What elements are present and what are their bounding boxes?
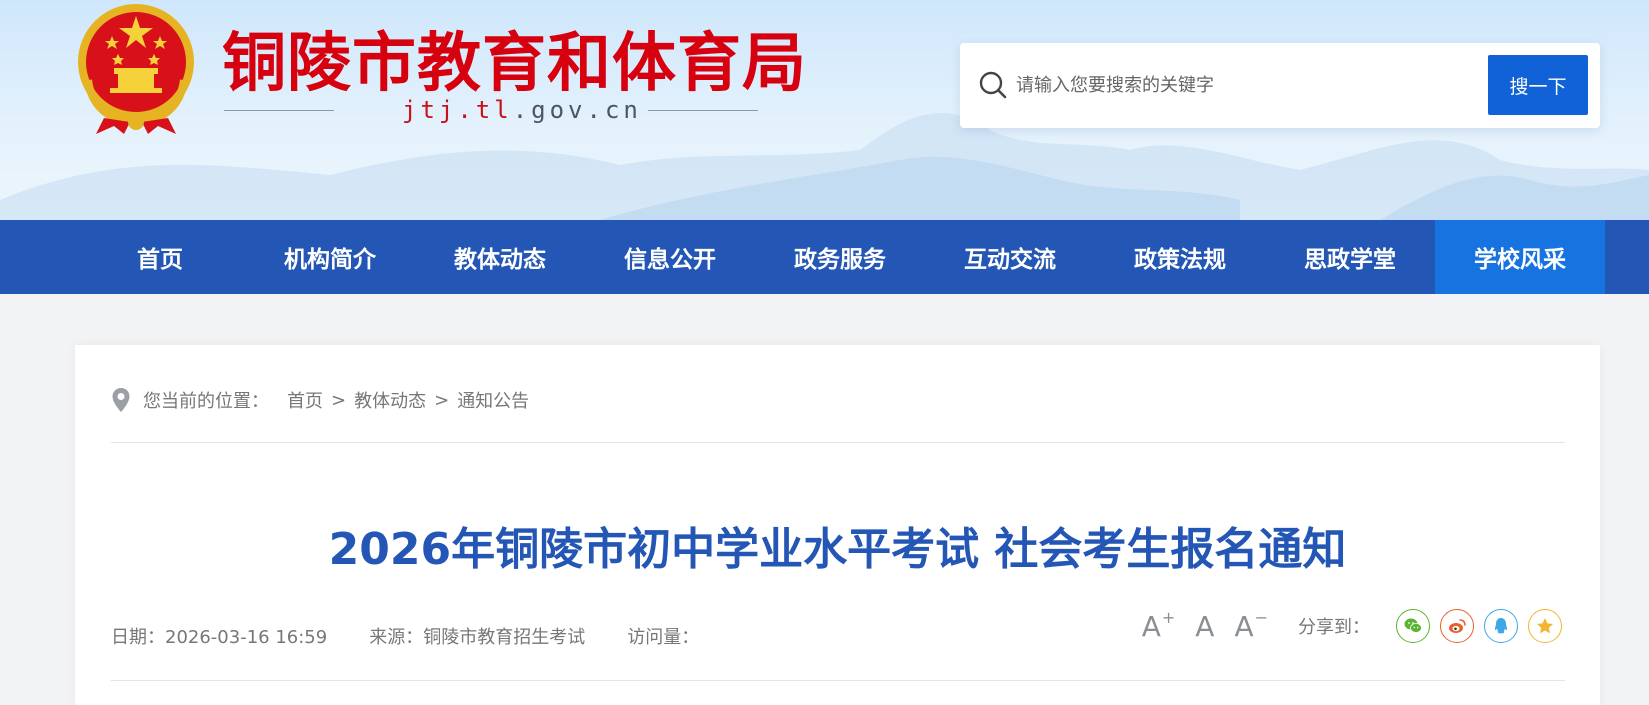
main-nav: 首页 机构简介 教体动态 信息公开 政务服务 互动交流 政策法规 思政学堂 学校… <box>0 220 1649 294</box>
domain-text: jtj.tl.gov.cn <box>402 96 642 124</box>
site-title: 铜陵市教育和体育局 <box>222 27 807 101</box>
nav-item-about[interactable]: 机构简介 <box>245 220 415 294</box>
domain-text-gray: .gov.cn <box>512 96 642 124</box>
domain-divider-right <box>648 110 758 111</box>
wechat-icon <box>1404 618 1422 633</box>
share-wechat-button[interactable] <box>1396 609 1430 643</box>
font-large-sup: + <box>1161 607 1176 627</box>
breadcrumb-label: 您当前的位置： <box>143 391 269 412</box>
qzone-icon <box>1537 618 1553 634</box>
font-large-glyph: A <box>1141 609 1161 643</box>
location-pin-icon <box>112 388 130 412</box>
nav-item-news[interactable]: 教体动态 <box>415 220 585 294</box>
article-panel: 您当前的位置： 首页 > 教体动态 > 通知公告 2026年铜陵市初中学业水平考… <box>75 345 1600 705</box>
breadcrumb-link-notices[interactable]: 通知公告 <box>457 387 529 413</box>
breadcrumb-link-home[interactable]: 首页 <box>287 387 323 413</box>
font-size-large-button[interactable]: A + <box>1141 607 1176 643</box>
article-views: 访问量： <box>627 627 700 648</box>
article-title: 2026年铜陵市初中学业水平考试 社会考生报名通知 <box>328 524 1347 575</box>
breadcrumb-separator: > <box>331 389 347 411</box>
qq-icon <box>1494 618 1508 634</box>
search-button[interactable]: 搜一下 <box>1488 55 1588 115</box>
breadcrumb: 您当前的位置： 首页 > 教体动态 > 通知公告 <box>111 387 529 413</box>
search-input[interactable] <box>1016 65 1436 105</box>
font-small-glyph: A <box>1234 609 1254 643</box>
article-date: 日期：2026-03-16 16:59 <box>111 627 328 648</box>
share-qzone-button[interactable] <box>1528 609 1562 643</box>
share-label: 分享到： <box>1298 617 1370 638</box>
meta-divider <box>111 680 1565 681</box>
article-meta: 日期：2026-03-16 16:59 来源：铜陵市教育招生考试 访问量： <box>111 623 741 649</box>
nav-item-policies[interactable]: 政策法规 <box>1095 220 1265 294</box>
font-size-small-button[interactable]: A − <box>1234 607 1268 643</box>
article-source: 来源：铜陵市教育招生考试 <box>369 627 586 648</box>
nav-item-interaction[interactable]: 互动交流 <box>925 220 1095 294</box>
article-tools: A + A A − 分享到： <box>1142 609 1562 643</box>
domain-text-red: jtj.tl <box>402 96 513 124</box>
breadcrumb-divider <box>111 442 1565 443</box>
font-normal-glyph: A <box>1195 609 1215 643</box>
site-domain: jtj.tl.gov.cn <box>224 96 758 126</box>
nav-item-ideology-class[interactable]: 思政学堂 <box>1265 220 1435 294</box>
share-qq-button[interactable] <box>1484 609 1518 643</box>
share-weibo-button[interactable] <box>1440 609 1474 643</box>
site-header: 铜陵市教育和体育局 jtj.tl.gov.cn 搜一下 <box>0 0 1649 220</box>
font-small-sup: − <box>1254 607 1268 627</box>
nav-item-school-showcase[interactable]: 学校风采 <box>1435 220 1605 294</box>
breadcrumb-separator: > <box>434 389 450 411</box>
weibo-icon <box>1449 619 1466 633</box>
font-size-normal-button[interactable]: A <box>1195 610 1214 643</box>
national-emblem-icon <box>74 0 198 136</box>
search-box: 搜一下 <box>960 43 1600 128</box>
nav-item-info-disclosure[interactable]: 信息公开 <box>585 220 755 294</box>
nav-item-gov-services[interactable]: 政务服务 <box>755 220 925 294</box>
nav-item-home[interactable]: 首页 <box>75 220 245 294</box>
domain-divider-left <box>224 110 334 111</box>
breadcrumb-link-news[interactable]: 教体动态 <box>354 387 426 413</box>
search-icon <box>979 71 1007 99</box>
